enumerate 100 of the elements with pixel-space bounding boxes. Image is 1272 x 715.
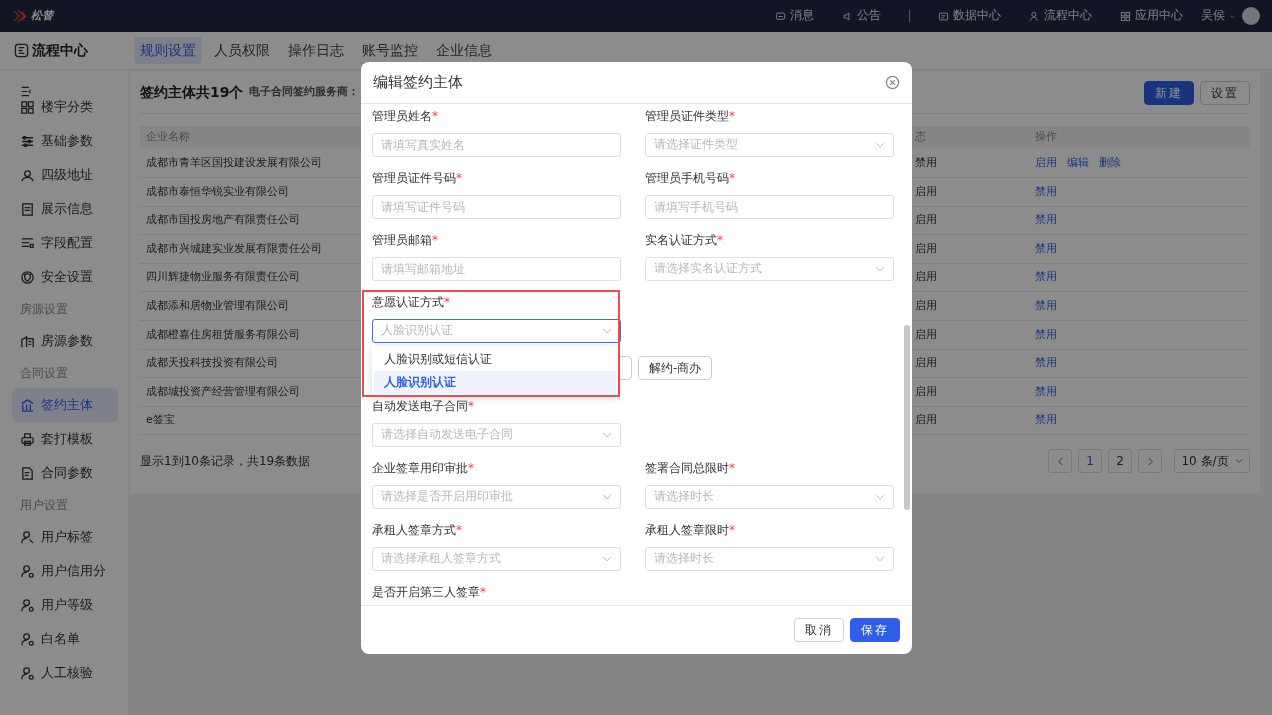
company-name: 成都市泰恒华锐实业有限公司 (146, 184, 289, 198)
field-label: 企业签章用印审批 (372, 461, 468, 475)
field-label: 意愿认证方式 (372, 295, 444, 309)
sidebar-item[interactable]: 用户等级 (12, 588, 118, 622)
sidebar-item[interactable]: 基础参数 (12, 124, 118, 158)
speaker-icon (842, 10, 853, 22)
sidebar-item[interactable]: 签约主体 (12, 388, 118, 422)
nav-link[interactable]: 消息 (775, 7, 814, 25)
required-mark: * (432, 233, 438, 247)
cancel-button[interactable]: 取消 (794, 618, 844, 642)
close-icon[interactable] (885, 75, 900, 90)
company-name: 成都市兴城建实业发展有限责任公司 (146, 241, 322, 255)
company-name: e签宝 (146, 413, 175, 427)
settings-button[interactable]: 设置 (1200, 80, 1250, 105)
sidebar-item[interactable]: 白名单 (12, 622, 118, 656)
input-field[interactable]: 请填写证件号码 (372, 195, 621, 219)
caret-down-icon (1229, 12, 1236, 20)
action-link[interactable]: 禁用 (1035, 384, 1057, 398)
sliders-icon (20, 133, 35, 149)
tab[interactable]: 操作日志 (282, 37, 350, 64)
page-button[interactable]: 2 (1108, 449, 1132, 474)
sidebar-item[interactable]: 楼宇分类 (12, 98, 118, 124)
sidebar-item[interactable]: 四级地址 (12, 158, 118, 192)
status-text: 启用 (915, 413, 937, 427)
action-link[interactable]: 禁用 (1035, 184, 1057, 198)
logo-text: 松替 (31, 7, 53, 24)
tab[interactable]: 规则设置 (134, 37, 202, 64)
tab[interactable]: 企业信息 (430, 37, 498, 64)
new-button[interactable]: 新建 (1144, 80, 1194, 105)
nav-link[interactable]: 应用中心 (1120, 7, 1183, 25)
required-mark: * (480, 585, 486, 599)
sidebar-item[interactable]: 套打模板 (12, 422, 118, 456)
record-summary: 显示1到10条记录，共19条数据 (140, 453, 311, 471)
collapse-menu-icon[interactable] (20, 85, 33, 98)
sidebar-item[interactable]: 房源参数 (12, 324, 118, 358)
sidebar-item[interactable]: 展示信息 (12, 192, 118, 226)
field-label: 实名认证方式 (645, 233, 717, 247)
action-link[interactable]: 禁用 (1035, 270, 1057, 284)
avatar[interactable] (1242, 7, 1260, 25)
tag-button[interactable]: 解约-商办 (638, 356, 713, 380)
user-icon (20, 597, 35, 613)
user-icon (20, 631, 35, 647)
chevron-down-icon (1234, 457, 1243, 466)
bank-icon (20, 397, 35, 413)
status-text: 启用 (915, 241, 937, 255)
required-mark: * (456, 171, 462, 185)
dropdown-option[interactable]: 人脸识别或短信认证 (374, 348, 616, 371)
input-field[interactable]: 请填写邮箱地址 (372, 257, 621, 281)
field-label: 管理员姓名 (372, 109, 432, 123)
save-button[interactable]: 保存 (850, 618, 900, 642)
chevron-down-icon (602, 492, 612, 502)
action-link[interactable]: 禁用 (1035, 213, 1057, 227)
action-link[interactable]: 禁用 (1035, 413, 1057, 427)
grid-icon (1120, 10, 1131, 22)
document-icon (20, 465, 35, 481)
scrollbar-thumb[interactable] (904, 325, 910, 510)
status-text: 启用 (915, 299, 937, 312)
status-text: 启用 (915, 384, 937, 398)
sidebar-item[interactable]: 安全设置 (12, 260, 118, 294)
action-link[interactable]: 编辑 (1067, 155, 1089, 169)
sidebar-item[interactable]: 用户信用分 (12, 554, 118, 588)
company-name: 成都橙嘉住房租赁服务有限公司 (146, 327, 300, 341)
status-text: 启用 (915, 213, 937, 227)
action-link[interactable]: 禁用 (1035, 356, 1057, 370)
page-button[interactable]: 1 (1078, 449, 1102, 474)
field-label: 签署合同总限时 (645, 461, 729, 475)
status-text: 启用 (915, 184, 937, 198)
action-link[interactable]: 禁用 (1035, 299, 1057, 312)
nav-link[interactable]: 公告 (842, 7, 881, 25)
input-field[interactable]: 请填写真实姓名 (372, 133, 621, 157)
field-label: 承租人签章限时 (645, 523, 729, 537)
document-icon (20, 201, 35, 217)
company-name: 成都市青羊区国投建设发展有限公司 (146, 155, 322, 169)
chevron-down-icon (875, 492, 885, 502)
action-link[interactable]: 启用 (1035, 155, 1057, 169)
dropdown-option[interactable]: 人脸识别认证 (374, 371, 616, 394)
user-menu[interactable]: 吴侯 (1201, 7, 1236, 25)
action-link[interactable]: 禁用 (1035, 241, 1057, 255)
action-link[interactable]: 禁用 (1035, 327, 1057, 341)
required-mark: * (729, 523, 735, 537)
status-text: 启用 (915, 327, 937, 341)
page-title: 签约主体共19个 (140, 83, 244, 102)
action-link[interactable]: 删除 (1099, 155, 1121, 169)
required-mark: * (729, 461, 735, 475)
sidebar-item[interactable]: 人工核验 (12, 656, 118, 690)
sidebar-item[interactable]: 用户标签 (12, 520, 118, 554)
required-mark: * (468, 399, 474, 413)
chevron-left-icon (1055, 456, 1065, 466)
tab[interactable]: 人员权限 (208, 37, 276, 64)
sidebar-item[interactable]: 字段配置 (12, 226, 118, 260)
input-field[interactable]: 请填写手机号码 (645, 195, 894, 219)
module-title: 流程中心 (32, 41, 88, 60)
tab[interactable]: 账号监控 (356, 37, 424, 64)
nav-link[interactable]: 数据中心 (938, 7, 1001, 25)
page-size-select[interactable]: 10 条/页 (1174, 449, 1250, 474)
chevron-down-icon (602, 430, 612, 440)
status-text: 启用 (915, 356, 937, 370)
chevron-down-icon (602, 554, 612, 564)
nav-link[interactable]: 流程中心 (1029, 7, 1092, 25)
sidebar-item[interactable]: 合同参数 (12, 456, 118, 490)
